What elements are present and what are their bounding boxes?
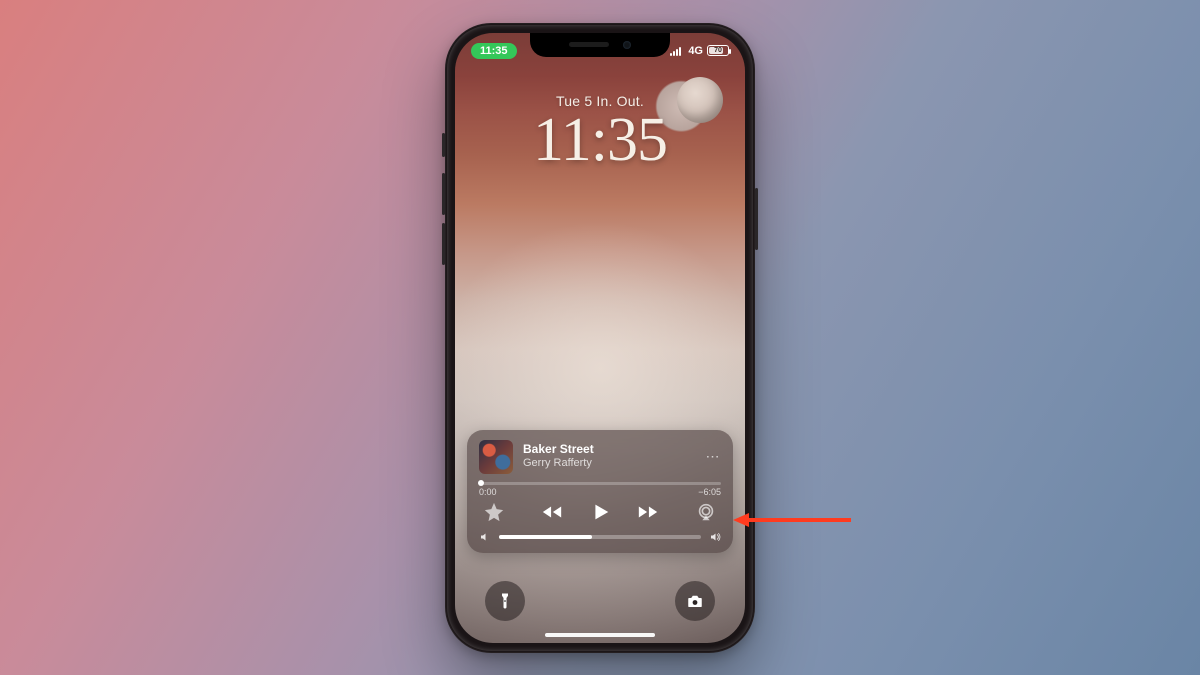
star-icon[interactable] [483,501,505,523]
volume-down-button[interactable] [442,223,445,265]
scrubber[interactable] [479,482,721,485]
track-artist: Gerry Rafferty [523,457,695,470]
power-button[interactable] [755,188,758,250]
volume-high-icon [709,531,721,543]
transport-controls [479,501,721,523]
volume-fill [499,535,592,539]
track-info[interactable]: Baker Street Gerry Rafferty [523,443,695,469]
silence-switch[interactable] [442,133,445,157]
home-indicator[interactable] [545,633,655,637]
camera-button[interactable] [675,581,715,621]
volume-slider-row [479,531,721,543]
front-camera [623,41,631,49]
battery-percent: 70 [714,47,722,54]
album-art[interactable] [479,440,513,474]
cellular-signal-icon [670,46,684,56]
more-icon[interactable]: ⋯ [705,448,721,465]
flashlight-icon [496,592,514,610]
flashlight-button[interactable] [485,581,525,621]
forward-icon[interactable] [637,501,659,523]
play-icon[interactable] [589,501,611,523]
speaker-grille [569,42,609,47]
status-time-pill[interactable]: 11:35 [471,43,517,59]
time-remaining: −6:05 [698,487,721,497]
lockscreen-shortcuts [455,581,745,621]
camera-icon [686,592,704,610]
battery-icon: 70 [707,45,729,56]
now-playing-widget[interactable]: Baker Street Gerry Rafferty ⋯ 0:00 −6:05 [467,430,733,553]
lockscreen-time: 11:35 [455,105,745,176]
lock-screen: 11:35 4G 70 Tue 5 In. Out. 11:35 Baker S… [455,33,745,643]
volume-up-button[interactable] [442,173,445,215]
track-title: Baker Street [523,443,695,457]
rewind-icon[interactable] [541,501,563,523]
airplay-icon[interactable] [695,501,717,523]
network-label: 4G [688,45,703,57]
scrubber-thumb[interactable] [478,480,484,486]
volume-low-icon [479,531,491,543]
notch [530,33,670,57]
iphone-device-frame: 11:35 4G 70 Tue 5 In. Out. 11:35 Baker S… [445,23,755,653]
time-elapsed: 0:00 [479,487,497,497]
volume-slider[interactable] [499,535,701,539]
